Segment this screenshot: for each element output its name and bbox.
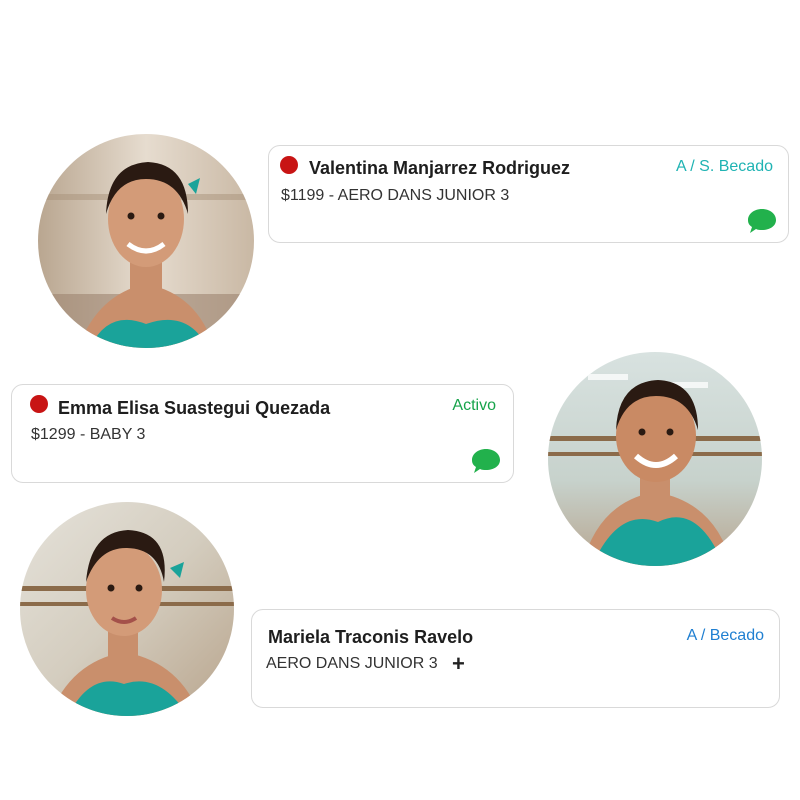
student-photo-emma[interactable] (548, 352, 762, 566)
student-payment-group: $1199 - AERO DANS JUNIOR 3 (281, 187, 510, 204)
alert-dot-icon (30, 395, 48, 413)
student-payment-group: $1299 - BABY 3 (31, 426, 146, 443)
student-status: A / S. Becado (676, 158, 773, 175)
student-name[interactable]: Mariela Traconis Ravelo (268, 627, 473, 648)
chat-bubble-icon[interactable] (747, 208, 777, 234)
student-status: Activo (452, 397, 496, 414)
chat-bubble-icon[interactable] (471, 448, 501, 474)
student-status: A / Becado (686, 627, 764, 644)
alert-dot-icon (280, 156, 298, 174)
student-card-valentina[interactable]: Valentina Manjarrez Rodriguez A / S. Bec… (268, 145, 789, 243)
student-photo-valentina[interactable] (38, 134, 254, 348)
student-portrait-image (20, 502, 234, 716)
student-name[interactable]: Emma Elisa Suastegui Quezada (58, 398, 330, 419)
student-portrait-image (38, 134, 254, 348)
student-portrait-image (548, 352, 762, 566)
student-photo-mariela[interactable] (20, 502, 234, 716)
student-card-mariela[interactable]: Mariela Traconis Ravelo A / Becado AERO … (251, 609, 780, 708)
student-group: AERO DANS JUNIOR 3 (266, 655, 438, 672)
student-card-emma[interactable]: Emma Elisa Suastegui Quezada Activo $129… (11, 384, 514, 483)
student-name[interactable]: Valentina Manjarrez Rodriguez (309, 158, 570, 179)
plus-icon[interactable]: + (452, 653, 465, 675)
